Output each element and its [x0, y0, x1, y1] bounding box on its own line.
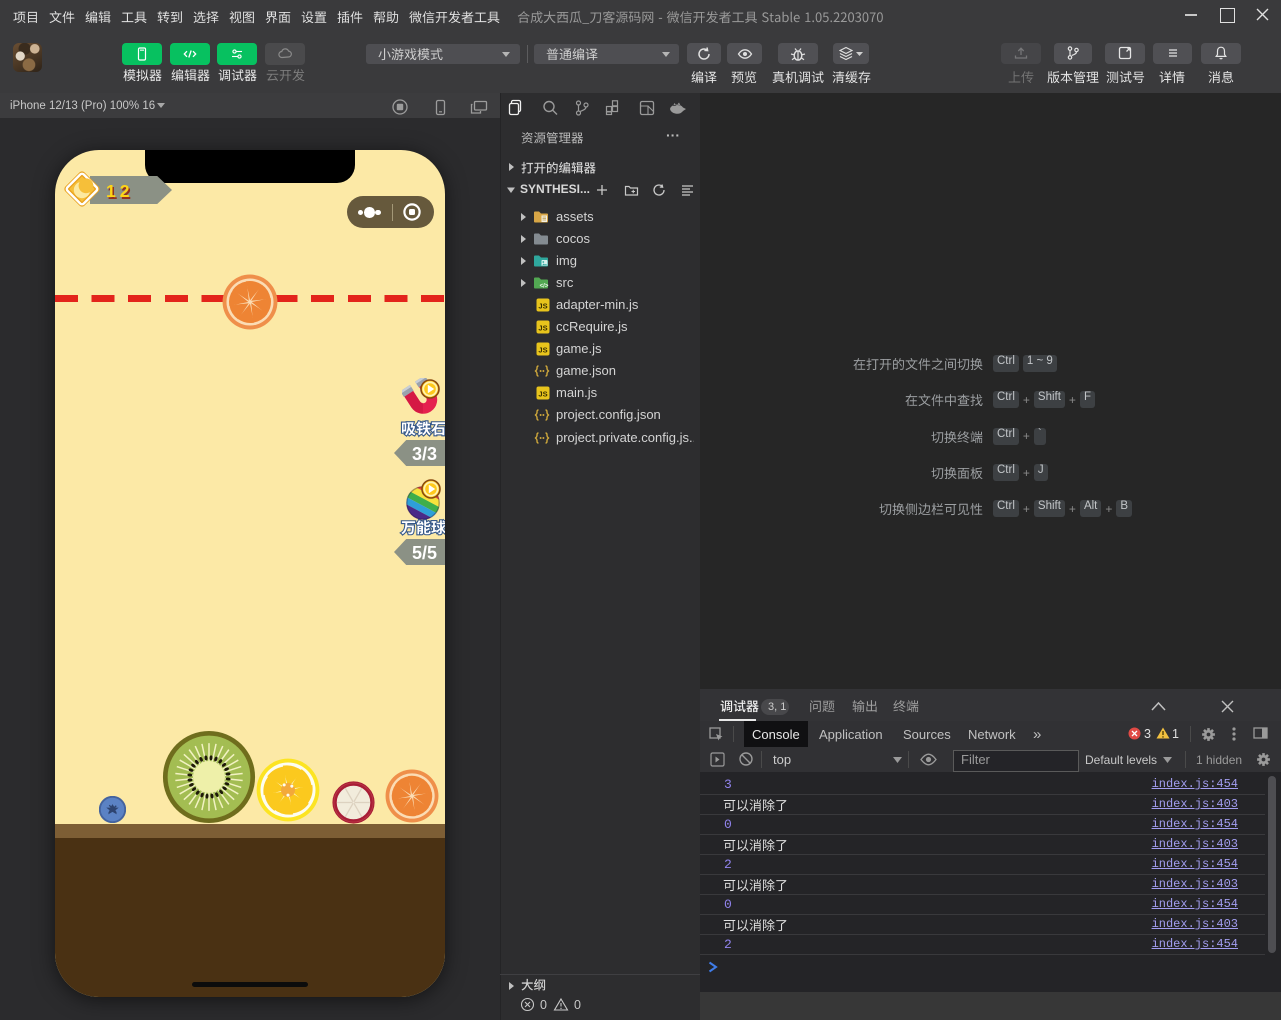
svg-text:</>: </> [540, 283, 549, 289]
svg-text:JS: JS [538, 390, 547, 399]
svg-text:JS: JS [538, 301, 547, 310]
svg-text:JS: JS [538, 346, 547, 355]
svg-text:JS: JS [538, 324, 547, 333]
